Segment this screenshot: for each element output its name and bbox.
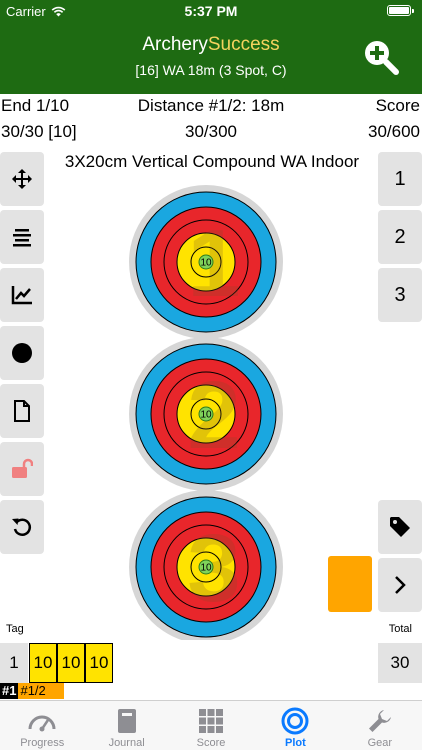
arrow-hit-value: 10 <box>200 410 212 421</box>
move-button[interactable] <box>0 152 44 206</box>
navigation-bar: ArcherySuccess [16] WA 18m (3 Spot, C) <box>0 22 422 94</box>
end-tag: #1 #1/2 <box>0 683 64 699</box>
distance-label: Distance #1/2: 18m <box>137 96 285 115</box>
wrench-icon <box>368 710 391 732</box>
tab-journal[interactable]: Journal <box>84 701 168 750</box>
gauge-icon <box>28 715 56 732</box>
tab-plot[interactable]: Plot <box>253 701 337 750</box>
distance-score: 30/300 <box>185 122 237 141</box>
arrow-3-button[interactable]: 3 <box>378 268 422 322</box>
move-icon <box>12 169 32 189</box>
tab-label: Plot <box>285 737 306 749</box>
tab-progress[interactable]: Progress <box>0 701 84 750</box>
app-title-part1: Archery <box>142 34 208 55</box>
grid-icon <box>199 709 224 733</box>
unlock-button[interactable] <box>0 442 44 496</box>
document-icon <box>14 400 30 422</box>
tab-bar: Progress Journal Score Plot Gear <box>0 700 422 750</box>
app-title: ArcherySuccess <box>0 34 422 56</box>
header-row-scores: 30/30 [10] 30/300 30/600 <box>0 120 422 146</box>
target-spot[interactable]: 310 <box>129 490 283 640</box>
tab-label: Score <box>196 737 226 749</box>
chart-icon <box>11 286 32 305</box>
tab-label: Gear <box>367 737 393 749</box>
round-subtitle: [16] WA 18m (3 Spot, C) <box>135 62 287 78</box>
arrow-score-cell[interactable]: 10 <box>29 643 57 683</box>
tag-icon <box>390 517 410 537</box>
spot-watermark-number: 1 <box>187 210 240 317</box>
arrow-score-cell[interactable]: 10 <box>85 643 113 683</box>
book-icon <box>117 709 136 733</box>
target-icon <box>281 707 309 735</box>
align-button[interactable] <box>0 210 44 264</box>
arrow-1-button[interactable]: 1 <box>378 152 422 206</box>
tab-score[interactable]: Score <box>169 701 253 750</box>
zoom-in-icon <box>365 41 399 75</box>
end-number-cell: 1 <box>0 643 28 683</box>
arrow-2-button[interactable]: 2 <box>378 210 422 264</box>
battery-icon <box>387 5 414 16</box>
spot-watermark-number: 2 <box>187 362 240 469</box>
tag-button[interactable] <box>378 500 422 554</box>
tab-label: Progress <box>20 737 65 749</box>
target-spot[interactable]: 110 <box>129 185 283 339</box>
end-total-cell: 30 <box>378 643 422 683</box>
tab-gear[interactable]: Gear <box>338 701 422 750</box>
dot-icon <box>12 343 32 363</box>
distance-tag: #1/2 <box>18 683 64 699</box>
total-label: Total <box>388 623 412 635</box>
arrow-hit-value: 10 <box>200 563 212 574</box>
total-score: 30/600 <box>368 122 420 141</box>
tag-label: Tag <box>6 623 24 635</box>
spot-watermark-number: 3 <box>187 515 240 622</box>
header-row-labels: End 1/10 Distance #1/2: 18m Score <box>0 94 422 120</box>
target-face-title: 3X20cm Vertical Compound WA Indoor <box>64 152 360 171</box>
arrow-marker-button[interactable] <box>0 326 44 380</box>
clock: 5:37 PM <box>184 3 238 19</box>
unlock-icon <box>12 458 33 478</box>
align-icon <box>13 229 31 247</box>
end-number-tag: #1 <box>0 683 19 699</box>
score-label: Score <box>375 96 420 115</box>
document-button[interactable] <box>0 384 44 438</box>
undo-icon <box>12 518 32 536</box>
arrow-hit-value: 10 <box>200 258 212 269</box>
arrow-score-cell[interactable]: 10 <box>57 643 85 683</box>
chevron-right-icon <box>395 576 406 594</box>
next-button[interactable] <box>378 558 422 612</box>
target-face[interactable]: 110210310 <box>48 170 376 640</box>
zoom-in-button[interactable] <box>362 38 400 76</box>
chart-button[interactable] <box>0 268 44 322</box>
tab-label: Journal <box>108 737 145 749</box>
app-title-part2: Success <box>207 34 280 55</box>
undo-button[interactable] <box>0 500 44 554</box>
status-bar: Carrier 5:37 PM <box>0 0 422 22</box>
target-spot[interactable]: 210 <box>129 337 283 491</box>
